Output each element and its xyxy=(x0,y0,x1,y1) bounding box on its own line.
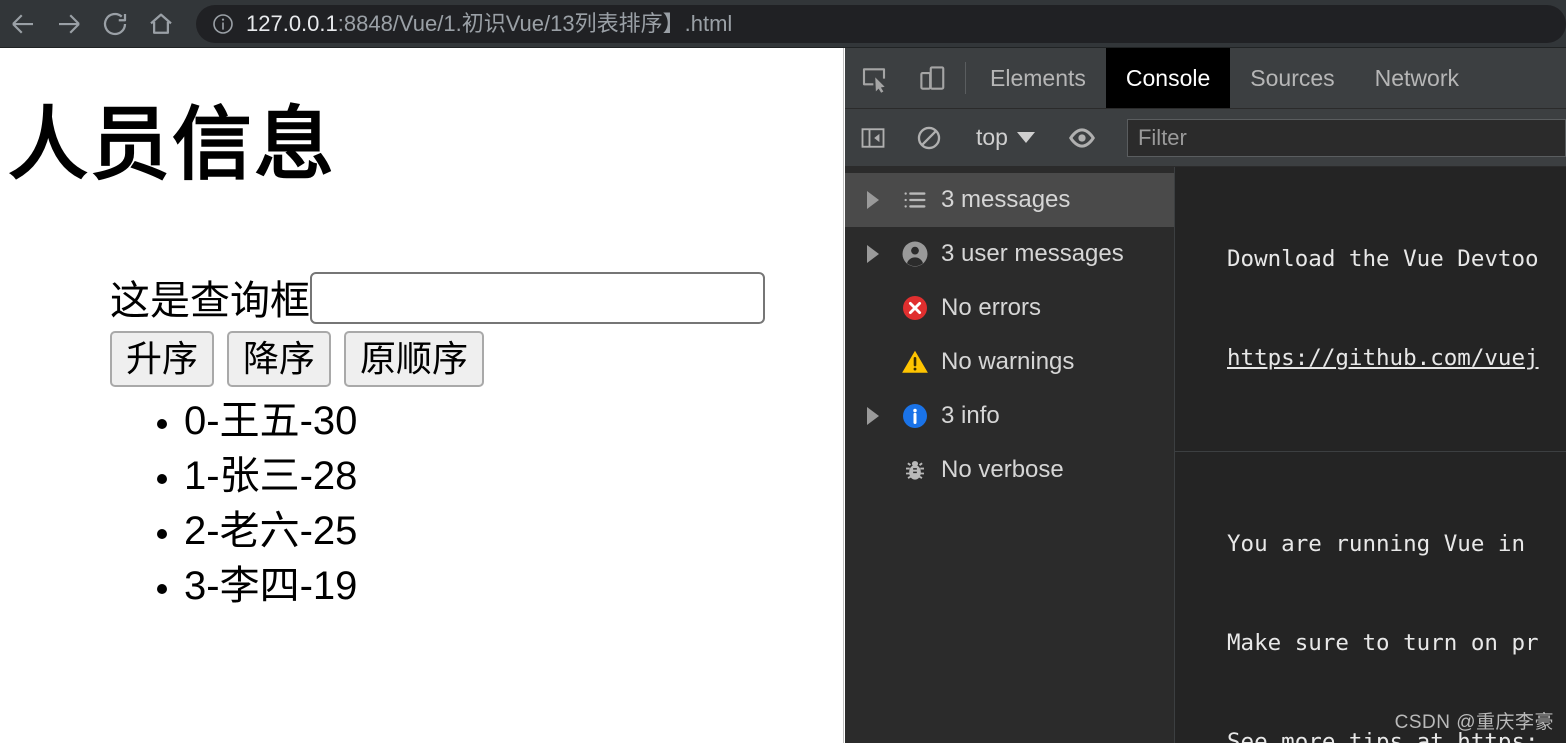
home-button[interactable] xyxy=(138,0,184,48)
sidebar-item-messages[interactable]: 3 messages xyxy=(845,173,1174,227)
url-host: 127.0.0.1 xyxy=(246,10,338,36)
arrow-left-icon xyxy=(12,13,33,34)
search-input[interactable] xyxy=(310,272,765,324)
sidebar-item-errors[interactable]: No errors xyxy=(845,281,1174,335)
console-sidebar-icon xyxy=(861,127,885,148)
tab-elements[interactable]: Elements xyxy=(970,48,1106,108)
toolbar-divider xyxy=(965,62,966,94)
console-message-line: Download the Vue Devtoo xyxy=(1227,246,1539,272)
execution-context-selector[interactable]: top xyxy=(966,124,1045,151)
list-icon xyxy=(893,186,937,214)
page-viewport: 人员信息 这是查询框 升序 降序 原顺序 0-王五-30 1-张三-28 2-老… xyxy=(0,48,844,743)
home-icon xyxy=(150,13,172,34)
console-output[interactable]: Download the Vue Devtoo https://github.c… xyxy=(1175,167,1566,743)
search-label: 这是查询框 xyxy=(110,279,310,323)
sidebar-item-label: No errors xyxy=(941,294,1042,321)
device-toolbar-icon xyxy=(920,66,945,90)
console-toolbar: top xyxy=(845,109,1566,167)
list-item: 2-老六-25 xyxy=(184,504,765,559)
list-item: 3-李四-19 xyxy=(184,559,765,614)
warning-icon xyxy=(893,347,937,377)
address-bar[interactable]: 127.0.0.1:8848/Vue/1.初识Vue/13列表排序】.html xyxy=(196,4,1566,43)
sidebar-item-label: 3 messages xyxy=(941,186,1071,213)
console-message-link[interactable]: https://github.com/vuej xyxy=(1227,342,1566,375)
inspect-element-icon xyxy=(862,68,886,93)
search-row: 这是查询框 xyxy=(110,272,765,324)
arrow-right-icon xyxy=(59,13,80,34)
bug-icon xyxy=(893,456,937,484)
console-message-line: You are running Vue in xyxy=(1227,531,1539,557)
list-item: 0-王五-30 xyxy=(184,394,765,449)
console-message-line: Make sure to turn on pr xyxy=(1227,630,1539,656)
chevron-down-icon xyxy=(1016,132,1035,143)
sidebar-item-info[interactable]: 3 info xyxy=(845,389,1174,443)
console-sidebar: 3 messages 3 user messages No errors No … xyxy=(845,167,1175,743)
info-icon xyxy=(893,401,937,431)
sidebar-item-label: 3 info xyxy=(941,402,1000,429)
reload-button[interactable] xyxy=(92,0,138,48)
person-list: 0-王五-30 1-张三-28 2-老六-25 3-李四-19 xyxy=(110,394,765,614)
clear-console-icon xyxy=(917,126,941,149)
devtools-tabbar: Elements Console Sources Network xyxy=(845,48,1566,109)
reload-icon xyxy=(103,12,127,35)
sort-ascending-button[interactable]: 升序 xyxy=(110,331,215,387)
error-icon xyxy=(893,293,937,323)
tab-sources[interactable]: Sources xyxy=(1230,48,1354,108)
console-sidebar-toggle-button[interactable] xyxy=(845,124,901,152)
sidebar-item-label: No verbose xyxy=(941,456,1064,483)
clear-console-button[interactable] xyxy=(901,124,957,152)
sidebar-item-label: No warnings xyxy=(941,348,1075,375)
url-text: 127.0.0.1:8848/Vue/1.初识Vue/13列表排序】.html xyxy=(246,5,732,43)
sidebar-item-user-messages[interactable]: 3 user messages xyxy=(845,227,1174,281)
info-circle-icon[interactable] xyxy=(210,11,236,37)
tab-network[interactable]: Network xyxy=(1355,48,1479,108)
forward-button[interactable] xyxy=(46,0,92,48)
console-filter-input[interactable] xyxy=(1126,118,1566,157)
console-body: 3 messages 3 user messages No errors No … xyxy=(845,167,1566,743)
sidebar-item-label: 3 user messages xyxy=(941,240,1124,267)
expand-arrow-icon[interactable] xyxy=(867,245,893,263)
expand-arrow-icon[interactable] xyxy=(867,407,893,425)
url-path: :8848/Vue/1.初识Vue/13列表排序】.html xyxy=(337,10,733,36)
expand-arrow-icon[interactable] xyxy=(867,191,893,209)
device-toolbar-button[interactable] xyxy=(903,48,961,108)
inspect-element-button[interactable] xyxy=(845,48,903,108)
watermark: CSDN @重庆李豪 xyxy=(1394,712,1554,733)
sort-descending-button[interactable]: 降序 xyxy=(227,331,332,387)
content-block: 这是查询框 升序 降序 原顺序 0-王五-30 1-张三-28 2-老六-25 … xyxy=(110,272,765,614)
browser-toolbar: 127.0.0.1:8848/Vue/1.初识Vue/13列表排序】.html xyxy=(0,0,1566,48)
sort-button-row: 升序 降序 原顺序 xyxy=(110,331,765,387)
tab-console[interactable]: Console xyxy=(1105,48,1231,108)
execution-context-label: top xyxy=(976,124,1008,150)
console-message-dev-mode: You are running Vue in Make sure to turn… xyxy=(1175,452,1566,743)
user-icon xyxy=(893,239,937,269)
page-title: 人员信息 xyxy=(8,100,336,189)
live-expression-eye-icon xyxy=(1068,127,1095,148)
list-item: 1-张三-28 xyxy=(184,449,765,504)
live-expression-button[interactable] xyxy=(1054,123,1110,153)
sidebar-item-warnings[interactable]: No warnings xyxy=(845,335,1174,389)
sort-original-button[interactable]: 原顺序 xyxy=(344,331,485,387)
console-message-devtools-tip: Download the Vue Devtoo https://github.c… xyxy=(1175,167,1566,452)
sidebar-item-verbose[interactable]: No verbose xyxy=(845,443,1174,497)
devtools-panel: Elements Console Sources Network top Fil… xyxy=(845,48,1566,743)
back-button[interactable] xyxy=(0,0,46,48)
